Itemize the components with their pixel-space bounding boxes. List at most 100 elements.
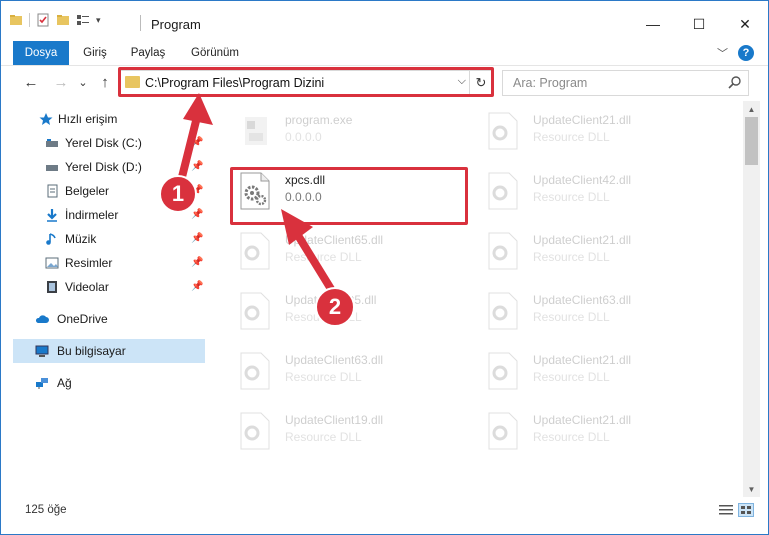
sidebar-item-label: Müzik [65,232,97,246]
sidebar-item-label: Resimler [65,256,113,270]
sidebar-item-onedrive[interactable]: OneDrive [1,307,205,331]
view-icon[interactable] [76,13,90,27]
tab-file[interactable]: Dosya [13,41,69,65]
videos-icon [47,281,57,293]
close-button[interactable]: ✕ [722,9,768,39]
tab-view[interactable]: Görünüm [183,41,247,65]
network-icon [36,378,48,389]
file-name: UpdateClient63.dll [533,293,632,307]
drive-icon [46,139,58,147]
pin-icon[interactable]: 📌 [191,281,203,292]
dll-file-icon [488,172,518,210]
sidebar-item-videos[interactable]: Videolar 📌 [1,275,205,299]
sidebar-item-label: Belgeler [65,184,110,198]
file-description: Resource DLL [533,430,610,444]
downloads-icon [47,209,57,222]
minimize-button[interactable]: — [630,9,676,39]
tiles-view-icon[interactable] [738,503,754,517]
scrollbar-thumb[interactable] [745,117,758,165]
dll-file-icon [488,112,518,150]
file-name: xpcs.dll [285,173,326,187]
file-description: Resource DLL [285,430,362,444]
title-separator [140,15,141,31]
dll-file-icon [240,232,270,270]
file-version: 0.0.0.0 [285,190,322,204]
sidebar-item-label: Videolar [65,280,109,294]
file-description: Resource DLL [285,370,362,384]
file-tile[interactable]: UpdateClient63.dll Resource DLL [213,343,453,401]
customize-toolbar-icon[interactable]: ▾ [96,15,101,26]
sidebar-item-label: Ağ [57,376,72,390]
file-description: Resource DLL [533,130,610,144]
cloud-icon [35,315,49,323]
back-button[interactable]: ← [21,71,41,93]
file-name: UpdateClient19.dll [285,413,384,427]
search-box[interactable]: Ara: Program [502,70,749,96]
tab-home[interactable]: Giriş [75,41,115,65]
dll-file-icon [488,292,518,330]
file-name: UpdateClient21.dll [533,113,632,127]
dll-file-icon [240,172,270,210]
title-bar: ▾ Program — ☐ ✕ [1,1,768,41]
details-view-icon[interactable] [718,503,734,517]
file-name: UpdateClient21.dll [533,353,632,367]
status-bar: 125 öğe [1,499,768,523]
quick-access-toolbar: ▾ [9,13,101,27]
file-tile[interactable]: UpdateClient19.dll Resource DLL [213,403,453,461]
up-button[interactable]: ↑ [95,71,115,93]
documents-icon [47,184,58,198]
sidebar-item-music[interactable]: Müzik 📌 [1,227,205,251]
pin-icon[interactable]: 📌 [191,257,203,268]
new-folder-icon[interactable] [56,13,70,27]
sidebar-item-this-pc[interactable]: Bu bilgisayar [13,339,205,363]
file-tile[interactable]: UpdateClient21.dll Resource DLL [461,223,701,281]
sidebar-item-pictures[interactable]: Resimler 📌 [1,251,205,275]
item-count: 125 öğe [25,504,67,516]
file-tile-program-exe[interactable]: program.exe 0.0.0.0 [213,103,453,161]
file-tile[interactable]: UpdateClient21.dll Resource DLL [461,103,701,161]
dll-file-icon [240,292,270,330]
forward-button[interactable]: → [51,71,71,93]
scroll-down-button[interactable]: ▼ [743,481,760,497]
file-tile[interactable]: UpdateClient21.dll Resource DLL [461,343,701,401]
callout-badge-1: 1 [159,175,197,213]
search-icon[interactable] [728,75,742,89]
maximize-button[interactable]: ☐ [676,9,722,39]
search-input[interactable]: Ara: Program [513,76,587,90]
tab-share[interactable]: Paylaş [125,41,171,65]
expand-ribbon-icon[interactable]: ﹀ [717,45,728,61]
sidebar-item-label: İndirmeler [65,208,119,222]
vertical-scrollbar[interactable]: ▲ ▼ [743,101,760,497]
sidebar-item-label: Yerel Disk (D:) [65,160,142,174]
properties-icon[interactable] [36,13,50,27]
music-icon [46,233,56,245]
sidebar-item-network[interactable]: Ağ [1,371,205,395]
file-tile[interactable]: UpdateClient42.dll Resource DLL [461,163,701,221]
help-icon[interactable]: ? [738,45,754,61]
view-buttons [718,503,754,517]
file-name: UpdateClient21.dll [533,413,632,427]
file-description: Resource DLL [533,310,610,324]
file-tile[interactable]: UpdateClient63.dll Resource DLL [461,283,701,341]
sidebar-item-label: Yerel Disk (C:) [65,136,142,150]
sidebar-item-label: Bu bilgisayar [57,344,126,358]
file-description: Resource DLL [533,250,610,264]
file-name: UpdateClient42.dll [533,173,632,187]
dll-file-icon [240,412,270,450]
file-tile[interactable]: UpdateClient21.dll Resource DLL [461,403,701,461]
pictures-icon [45,257,59,269]
file-description: Resource DLL [533,370,610,384]
folder-icon [10,15,22,25]
star-icon [39,113,53,125]
sidebar-item-label: Hızlı erişim [58,112,118,126]
exe-file-icon [245,117,267,145]
drive-icon [46,165,58,171]
recent-locations-button[interactable]: ⌄ [73,71,93,93]
file-name: UpdateClient21.dll [533,233,632,247]
callout-badge-2: 2 [315,287,355,327]
pin-icon[interactable]: 📌 [191,233,203,244]
scroll-up-button[interactable]: ▲ [743,101,760,117]
dll-file-icon [488,412,518,450]
file-description: Resource DLL [533,190,610,204]
window-title: Program [151,17,201,32]
